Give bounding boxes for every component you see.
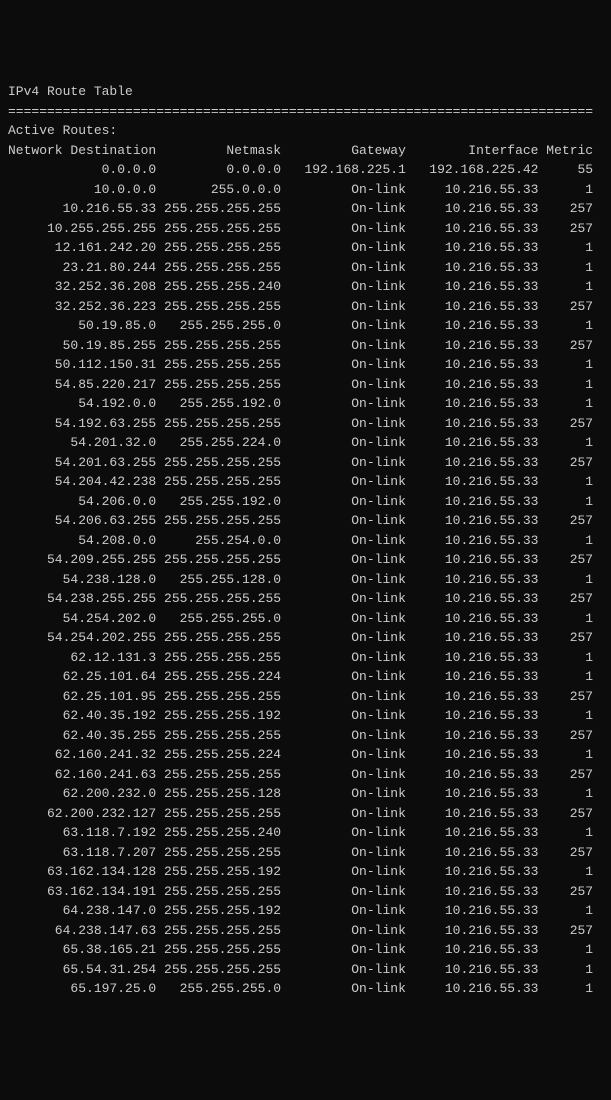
terminal-line: 54.208.0.0 255.254.0.0 On-link 10.216.55… xyxy=(8,531,603,551)
terminal-line: 54.204.42.238 255.255.255.255 On-link 10… xyxy=(8,472,603,492)
terminal-output: IPv4 Route Table========================… xyxy=(8,82,603,999)
terminal-line: IPv4 Route Table xyxy=(8,82,603,102)
terminal-line: 62.25.101.95 255.255.255.255 On-link 10.… xyxy=(8,687,603,707)
terminal-line: 65.54.31.254 255.255.255.255 On-link 10.… xyxy=(8,960,603,980)
terminal-line: 65.197.25.0 255.255.255.0 On-link 10.216… xyxy=(8,979,603,999)
terminal-line: 62.25.101.64 255.255.255.224 On-link 10.… xyxy=(8,667,603,687)
terminal-line: ========================================… xyxy=(8,102,603,122)
terminal-line: 54.238.128.0 255.255.128.0 On-link 10.21… xyxy=(8,570,603,590)
terminal-line: 64.238.147.0 255.255.255.192 On-link 10.… xyxy=(8,901,603,921)
terminal-line: 50.112.150.31 255.255.255.255 On-link 10… xyxy=(8,355,603,375)
terminal-line: 54.201.32.0 255.255.224.0 On-link 10.216… xyxy=(8,433,603,453)
terminal-line: 54.192.63.255 255.255.255.255 On-link 10… xyxy=(8,414,603,434)
terminal-line: 63.118.7.192 255.255.255.240 On-link 10.… xyxy=(8,823,603,843)
terminal-line: 62.40.35.255 255.255.255.255 On-link 10.… xyxy=(8,726,603,746)
terminal-line: 10.216.55.33 255.255.255.255 On-link 10.… xyxy=(8,199,603,219)
terminal-line: 62.40.35.192 255.255.255.192 On-link 10.… xyxy=(8,706,603,726)
terminal-line: 32.252.36.223 255.255.255.255 On-link 10… xyxy=(8,297,603,317)
terminal-line: Network Destination Netmask Gateway Inte… xyxy=(8,141,603,161)
terminal-line: 10.255.255.255 255.255.255.255 On-link 1… xyxy=(8,219,603,239)
terminal-line: 65.38.165.21 255.255.255.255 On-link 10.… xyxy=(8,940,603,960)
terminal-line: 23.21.80.244 255.255.255.255 On-link 10.… xyxy=(8,258,603,278)
terminal-line: 54.254.202.255 255.255.255.255 On-link 1… xyxy=(8,628,603,648)
terminal-line: Active Routes: xyxy=(8,121,603,141)
terminal-line: 54.254.202.0 255.255.255.0 On-link 10.21… xyxy=(8,609,603,629)
terminal-line: 54.238.255.255 255.255.255.255 On-link 1… xyxy=(8,589,603,609)
terminal-line: 0.0.0.0 0.0.0.0 192.168.225.1 192.168.22… xyxy=(8,160,603,180)
terminal-line: 63.162.134.128 255.255.255.192 On-link 1… xyxy=(8,862,603,882)
terminal-line: 10.0.0.0 255.0.0.0 On-link 10.216.55.33 … xyxy=(8,180,603,200)
terminal-line: 54.201.63.255 255.255.255.255 On-link 10… xyxy=(8,453,603,473)
terminal-line: 64.238.147.63 255.255.255.255 On-link 10… xyxy=(8,921,603,941)
terminal-line: 62.160.241.63 255.255.255.255 On-link 10… xyxy=(8,765,603,785)
terminal-line: 12.161.242.20 255.255.255.255 On-link 10… xyxy=(8,238,603,258)
terminal-line: 54.192.0.0 255.255.192.0 On-link 10.216.… xyxy=(8,394,603,414)
terminal-line: 62.200.232.127 255.255.255.255 On-link 1… xyxy=(8,804,603,824)
terminal-line: 63.118.7.207 255.255.255.255 On-link 10.… xyxy=(8,843,603,863)
terminal-line: 54.209.255.255 255.255.255.255 On-link 1… xyxy=(8,550,603,570)
terminal-line: 54.85.220.217 255.255.255.255 On-link 10… xyxy=(8,375,603,395)
terminal-line: 32.252.36.208 255.255.255.240 On-link 10… xyxy=(8,277,603,297)
terminal-line: 54.206.0.0 255.255.192.0 On-link 10.216.… xyxy=(8,492,603,512)
terminal-line: 50.19.85.0 255.255.255.0 On-link 10.216.… xyxy=(8,316,603,336)
terminal-line: 62.200.232.0 255.255.255.128 On-link 10.… xyxy=(8,784,603,804)
terminal-line: 63.162.134.191 255.255.255.255 On-link 1… xyxy=(8,882,603,902)
terminal-line: 50.19.85.255 255.255.255.255 On-link 10.… xyxy=(8,336,603,356)
terminal-line: 54.206.63.255 255.255.255.255 On-link 10… xyxy=(8,511,603,531)
terminal-line: 62.12.131.3 255.255.255.255 On-link 10.2… xyxy=(8,648,603,668)
